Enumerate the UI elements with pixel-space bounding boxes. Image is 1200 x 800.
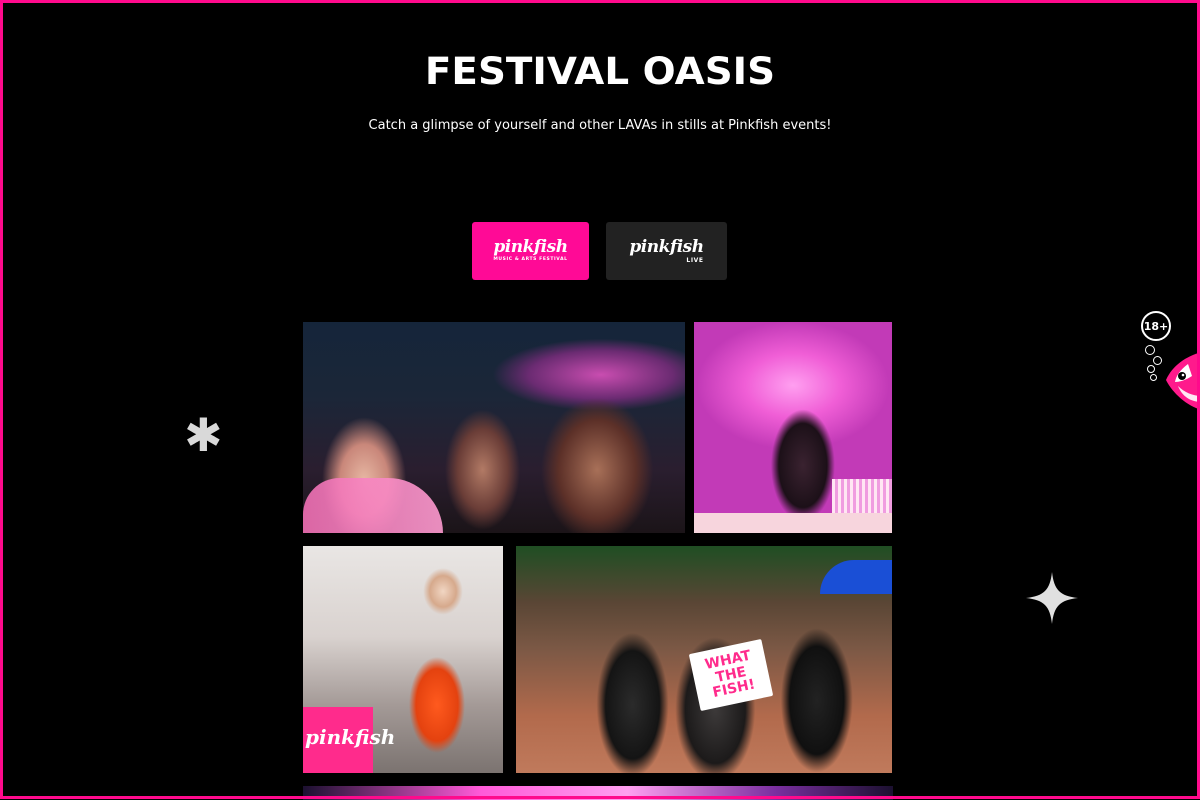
pinkfish-live-logo: pinkfish LIVE bbox=[629, 236, 704, 264]
logo-subtext: LIVE bbox=[686, 256, 704, 264]
crowd-photo[interactable] bbox=[303, 322, 685, 533]
bubble-icon bbox=[1150, 374, 1157, 381]
singer-performer-photo[interactable]: pinkfish bbox=[303, 546, 503, 773]
fish-icon[interactable] bbox=[1158, 350, 1200, 412]
tab-pinkfish-live[interactable]: pinkfish LIVE bbox=[606, 222, 727, 280]
bubble-icon bbox=[1147, 365, 1155, 373]
banner-text: pinkfish bbox=[305, 725, 396, 749]
logo-text: pinkfish bbox=[629, 236, 704, 257]
page-subtitle: Catch a glimpse of yourself and other LA… bbox=[368, 118, 832, 133]
page-title: FESTIVAL OASIS bbox=[424, 50, 776, 93]
asterisk-icon: ✱ bbox=[184, 408, 223, 462]
stage-lights-photo[interactable] bbox=[303, 786, 893, 800]
photo-detail bbox=[303, 478, 443, 533]
photo-detail bbox=[694, 513, 892, 533]
age-restriction-badge[interactable]: 18+ bbox=[1141, 311, 1171, 341]
photo-detail bbox=[832, 479, 892, 513]
pinkfish-banner: pinkfish bbox=[303, 707, 395, 773]
photo-detail bbox=[820, 560, 892, 594]
fan-sign: WHAT THE FISH! bbox=[688, 638, 774, 712]
sparkle-icon bbox=[1026, 572, 1078, 624]
dj-stage-photo[interactable] bbox=[694, 322, 892, 533]
logo-subtext: MUSIC & ARTS FESTIVAL bbox=[493, 257, 568, 263]
group-fans-photo[interactable]: WHAT THE FISH! bbox=[516, 546, 892, 773]
bubble-icon bbox=[1145, 345, 1155, 355]
tab-pinkfish-festival[interactable]: pinkfish MUSIC & ARTS FESTIVAL bbox=[472, 222, 589, 280]
logo-text: pinkfish bbox=[493, 237, 568, 258]
pinkfish-festival-logo: pinkfish MUSIC & ARTS FESTIVAL bbox=[493, 237, 568, 263]
